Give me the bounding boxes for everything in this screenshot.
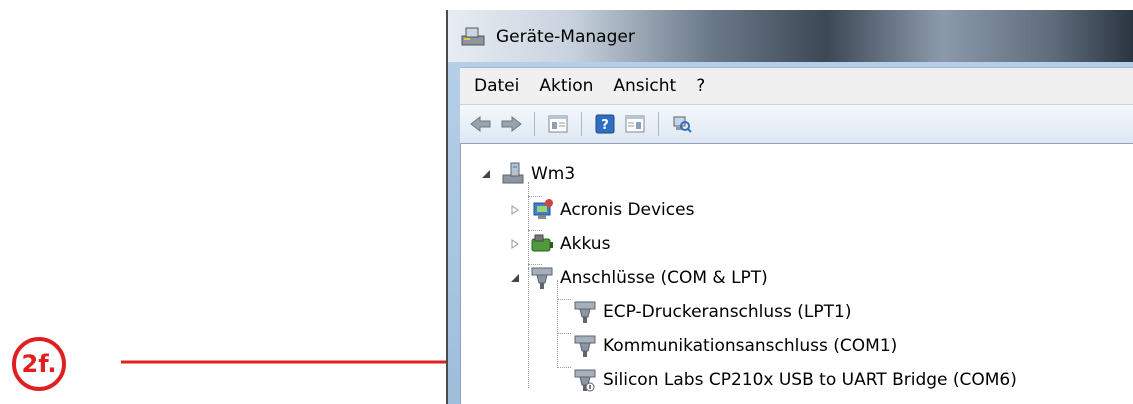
tree-node-akkus[interactable]: Akkus	[508, 229, 610, 259]
menu-ansicht[interactable]: Ansicht	[613, 76, 676, 96]
tree-node-label: Silicon Labs CP210x USB to UART Bridge (…	[603, 370, 1017, 390]
collapsed-triangle-icon[interactable]	[508, 203, 522, 217]
forward-arrow-icon[interactable]	[498, 111, 524, 137]
menu-help[interactable]: ?	[696, 76, 705, 96]
port-connector-icon	[528, 265, 556, 291]
tree-node-label: Akkus	[560, 234, 611, 254]
back-arrow-icon[interactable]	[468, 111, 494, 137]
toolbar-separator	[534, 112, 535, 136]
menu-aktion[interactable]: Aktion	[539, 76, 593, 96]
tree-node-root[interactable]: Wm3	[479, 159, 575, 189]
device-manager-icon	[460, 24, 486, 48]
expanded-triangle-icon[interactable]	[508, 271, 522, 285]
toolbar-separator	[581, 112, 582, 136]
tree-guide-line	[557, 280, 558, 368]
tree-node-com1-port[interactable]: Kommunikationsanschluss (COM1)	[571, 331, 897, 361]
device-tree-pane: Wm3 Acronis Devices Akkus Anschlüsse (CO…	[460, 143, 1133, 404]
tree-node-silicon-labs-bridge[interactable]: Silicon Labs CP210x USB to UART Bridge (…	[571, 365, 1017, 395]
tree-node-label: Wm3	[531, 164, 576, 184]
battery-icon	[528, 231, 556, 257]
port-connector-icon	[571, 333, 599, 359]
tree-node-label: Acronis Devices	[560, 200, 695, 220]
svg-text:?: ?	[601, 118, 609, 133]
toolbar: ?	[460, 104, 1133, 143]
expanded-triangle-icon[interactable]	[479, 167, 493, 181]
tree-guide-line	[557, 367, 571, 368]
tree-guide-line	[557, 299, 571, 300]
computer-icon	[499, 161, 527, 187]
tree-node-label: ECP-Druckeranschluss (LPT1)	[603, 302, 852, 322]
acronis-device-icon	[528, 197, 556, 223]
collapsed-triangle-icon[interactable]	[508, 237, 522, 251]
port-connector-icon	[571, 299, 599, 325]
tree-node-ecp-printer-port[interactable]: ECP-Druckeranschluss (LPT1)	[571, 297, 851, 327]
help-icon[interactable]: ?	[592, 111, 618, 137]
tree-guide-line	[557, 333, 571, 334]
window-title: Geräte-Manager	[496, 27, 635, 47]
tree-node-acronis-devices[interactable]: Acronis Devices	[508, 195, 694, 225]
port-connector-warning-icon	[571, 367, 599, 393]
tree-node-ports[interactable]: Anschlüsse (COM & LPT)	[508, 263, 768, 293]
scan-hardware-icon[interactable]	[669, 111, 695, 137]
menu-datei[interactable]: Datei	[474, 76, 519, 96]
device-manager-window: Geräte-Manager Datei Aktion Ansicht ? ?	[446, 10, 1133, 404]
toolbar-separator	[658, 112, 659, 136]
title-bar[interactable]: Geräte-Manager	[448, 10, 1133, 62]
tree-node-label: Kommunikationsanschluss (COM1)	[603, 336, 898, 356]
console-tree-icon[interactable]	[545, 111, 571, 137]
menu-bar: Datei Aktion Ansicht ?	[460, 67, 1133, 104]
properties-pane-icon[interactable]	[622, 111, 648, 137]
tree-node-label: Anschlüsse (COM & LPT)	[560, 268, 768, 288]
